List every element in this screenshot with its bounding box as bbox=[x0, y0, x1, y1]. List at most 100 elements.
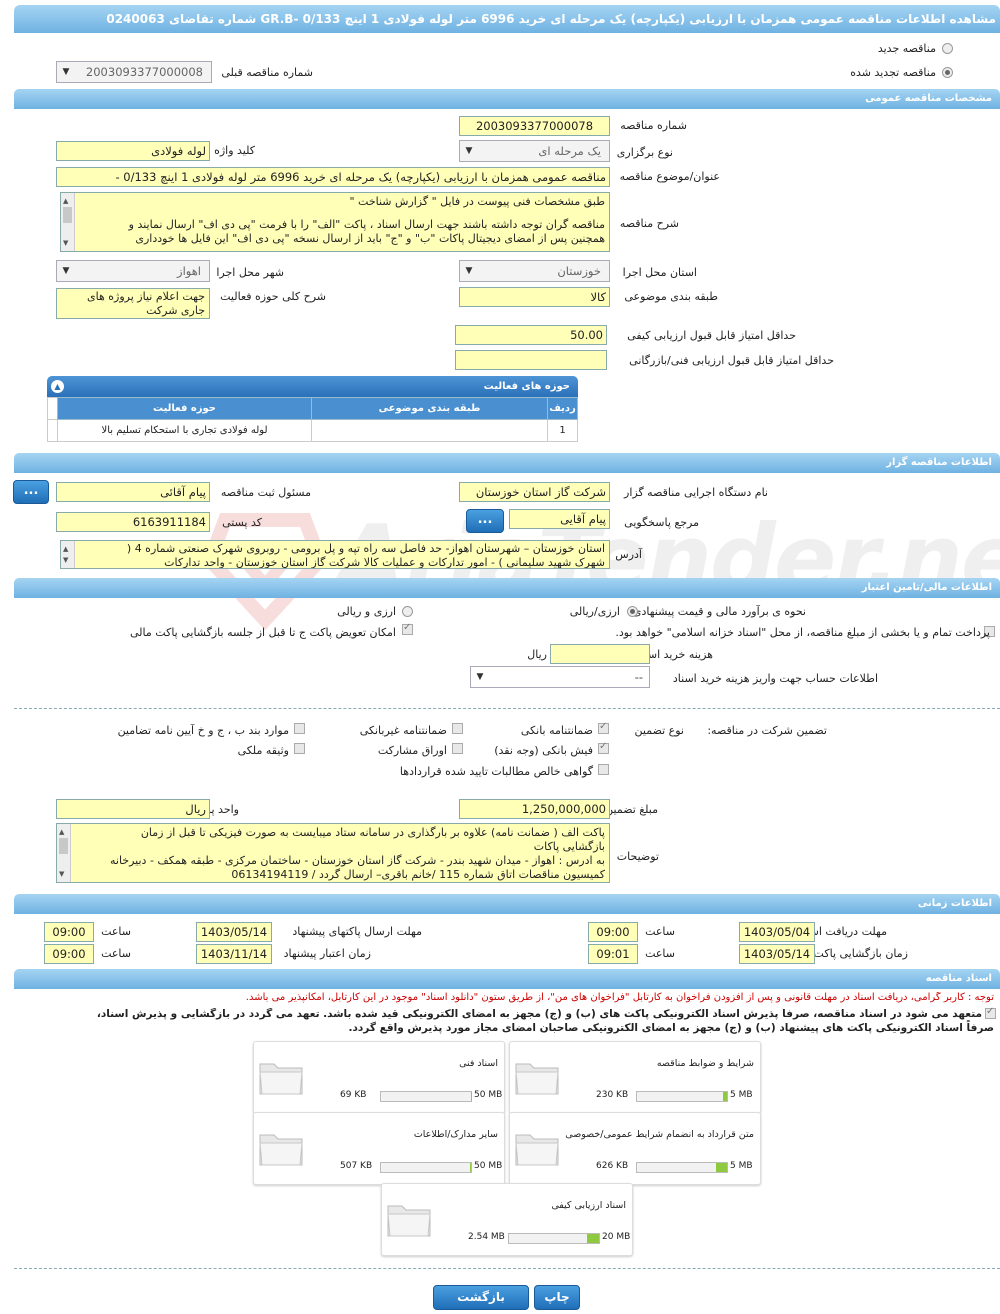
description-area[interactable]: ▲ ▼ طبق مشخصات فنی پیوست در فایل " گزارش … bbox=[60, 192, 610, 252]
folder-icon bbox=[387, 1205, 431, 1237]
document-card[interactable]: سایر مدارک/اطلاعات 50 MB 507 KB bbox=[253, 1112, 505, 1185]
prev-number-select[interactable]: 2003093377000008 ▼ bbox=[56, 61, 212, 83]
swap-envelope-checkbox[interactable] bbox=[402, 622, 413, 635]
registrar-field[interactable]: پیام آقائی bbox=[56, 482, 210, 502]
col-field-header: حوزه فعالیت bbox=[57, 397, 312, 420]
claims-certificate-checkbox[interactable] bbox=[598, 764, 609, 775]
min-quality-field[interactable]: 50.00 bbox=[455, 325, 607, 345]
document-card[interactable]: شرایط و ضوابط مناقصه 5 MB 230 KB bbox=[509, 1041, 761, 1114]
rial-fx-label: ارزی/ریالی bbox=[569, 605, 620, 618]
tender-number-field[interactable]: 2003093377000078 bbox=[459, 116, 610, 136]
receive-time-field[interactable]: 09:00 bbox=[588, 922, 638, 942]
time-label: ساعت bbox=[645, 925, 675, 938]
subject-field[interactable]: مناقصه عمومی همزمان با ارزیابی (یکپارچه)… bbox=[56, 167, 610, 187]
activity-desc-area[interactable]: جهت اعلام نیاز پروژه های جاری شرکت bbox=[56, 288, 210, 319]
guarantee-type-label: نوع تضمین bbox=[634, 724, 684, 737]
tender-number-label: شماره مناقصه bbox=[620, 119, 687, 132]
province-label: استان محل اجرا bbox=[622, 266, 697, 279]
reference-field[interactable]: پیام آقایی bbox=[509, 509, 610, 529]
property-collateral-label: وثیقه ملکی bbox=[237, 744, 289, 757]
commitment-line-2: صرفاً اسناد الکترونیکی پاکت های پیشنهاد … bbox=[348, 1022, 994, 1034]
new-tender-radio[interactable] bbox=[942, 43, 953, 54]
postal-code-field[interactable]: 6163911184 bbox=[56, 512, 210, 532]
cash-receipt-label: فیش بانکی (وجه نقد) bbox=[494, 744, 593, 757]
document-title: اسناد فنی bbox=[459, 1058, 498, 1069]
validity-label: زمان اعتبار پیشنهاد bbox=[283, 947, 371, 960]
document-size-bar bbox=[380, 1091, 472, 1102]
fx-and-rial-radio[interactable] bbox=[402, 606, 413, 617]
notes-label: توضیحات bbox=[616, 850, 659, 863]
nonbank-guarantee-label: ضمانتنامه غیربانکی bbox=[359, 724, 447, 737]
address-area[interactable]: ▲ ▼ استان خوزستان – شهرستان اهواز- حد فاص… bbox=[60, 540, 610, 569]
exec-org-field[interactable]: شرکت گاز استان خوزستان bbox=[459, 482, 610, 502]
city-select[interactable]: اهواز ▼ bbox=[56, 260, 210, 282]
time-label: ساعت bbox=[645, 947, 675, 960]
scrollbar[interactable]: ▲ ▼ bbox=[61, 541, 75, 568]
section-finance: اطلاعات مالی/تامین اعتبار bbox=[14, 578, 1000, 598]
commitment-checkbox bbox=[985, 1006, 996, 1019]
document-max-size: 50 MB bbox=[474, 1090, 503, 1100]
city-label: شهر محل اجرا bbox=[216, 266, 284, 279]
col-row-header: ردیف bbox=[547, 397, 578, 420]
document-card[interactable]: متن قرارداد به انضمام شرایط عمومی/خصوصی 5… bbox=[509, 1112, 761, 1185]
type-select[interactable]: یک مرحله ای ▼ bbox=[459, 140, 610, 162]
doc-fee-field[interactable] bbox=[550, 644, 650, 664]
bonds-checkbox[interactable] bbox=[452, 743, 463, 754]
back-button[interactable]: بازگشت bbox=[433, 1285, 529, 1310]
document-size: 507 KB bbox=[340, 1161, 373, 1171]
time-label: ساعت bbox=[101, 947, 131, 960]
nonbank-guarantee-checkbox[interactable] bbox=[452, 723, 463, 734]
send-deadline-label: مهلت ارسال پاکتهای پیشنهاد bbox=[292, 925, 422, 938]
scrollbar[interactable]: ▲ ▼ bbox=[57, 824, 71, 882]
validity-time-field[interactable]: 09:00 bbox=[44, 944, 94, 964]
document-max-size: 50 MB bbox=[474, 1161, 503, 1171]
keyword-field[interactable]: لوله فولادی bbox=[56, 141, 210, 161]
address-label: آدرس bbox=[615, 548, 642, 561]
validity-date-field[interactable]: 1403/11/14 bbox=[196, 944, 272, 964]
claims-certificate-label: گواهی خالص مطالبات تایید شده قراردادها bbox=[399, 765, 593, 778]
download-note: توجه : کاربر گرامی، دریافت اسناد در مهلت… bbox=[245, 992, 994, 1003]
registrar-lookup-button[interactable]: ... bbox=[13, 480, 49, 504]
chevron-down-icon: ▼ bbox=[62, 266, 70, 276]
page-title: مشاهده اطلاعات مناقصه عمومی همزمان با ار… bbox=[106, 12, 996, 26]
opening-date-field[interactable]: 1403/05/14 bbox=[739, 944, 815, 964]
regulation-items-checkbox[interactable] bbox=[294, 723, 305, 734]
document-title: سایر مدارک/اطلاعات bbox=[413, 1129, 498, 1140]
document-size-bar bbox=[636, 1091, 728, 1102]
min-tech-field[interactable] bbox=[455, 350, 607, 370]
chevron-down-icon: ▼ bbox=[62, 67, 70, 77]
guarantee-amount-field[interactable]: 1,250,000,000 bbox=[459, 799, 610, 819]
send-date-field[interactable]: 1403/05/14 bbox=[196, 922, 272, 942]
registrar-label: مسئول ثبت مناقصه bbox=[220, 486, 311, 499]
document-card[interactable]: اسناد ارزیابی کیفی 20 MB 2.54 MB bbox=[381, 1183, 633, 1256]
activity-desc-label: شرح کلی حوزه فعالیت bbox=[220, 290, 326, 303]
chevron-down-icon: ▼ bbox=[465, 146, 473, 156]
document-max-size: 5 MB bbox=[730, 1161, 753, 1171]
reference-lookup-button[interactable]: ... bbox=[466, 509, 504, 533]
account-select[interactable]: -- ▼ bbox=[470, 666, 650, 688]
print-button[interactable]: چاپ bbox=[534, 1285, 580, 1310]
bank-guarantee-checkbox[interactable] bbox=[598, 721, 609, 734]
currency-field[interactable]: ریال bbox=[56, 799, 210, 819]
min-tech-label: حداقل امتیاز قابل قبول ارزیابی فنی/بازرگ… bbox=[629, 354, 834, 367]
divider bbox=[14, 1268, 1000, 1269]
cash-receipt-checkbox[interactable] bbox=[598, 741, 609, 754]
renewed-tender-radio[interactable] bbox=[942, 67, 953, 78]
document-title: شرایط و ضوابط مناقصه bbox=[656, 1058, 754, 1069]
notes-area[interactable]: ▲ ▼ پاکت الف ( ضمانت نامه) علاوه بر بارگذ… bbox=[56, 823, 610, 883]
collapse-icon[interactable]: ▲ bbox=[51, 380, 64, 393]
rial-fx-radio[interactable] bbox=[627, 606, 638, 617]
folder-icon bbox=[259, 1063, 303, 1095]
type-label: نوع برگزاری bbox=[616, 146, 673, 159]
document-card[interactable]: اسناد فنی 50 MB 69 KB bbox=[253, 1041, 505, 1114]
send-time-field[interactable]: 09:00 bbox=[44, 922, 94, 942]
account-label: اطلاعات حساب جهت واریز هزینه خرید اسناد bbox=[672, 672, 878, 685]
category-field[interactable]: کالا bbox=[459, 287, 610, 307]
receive-date-field[interactable]: 1403/05/04 bbox=[739, 922, 815, 942]
property-collateral-checkbox[interactable] bbox=[294, 743, 305, 754]
province-select[interactable]: خوزستان ▼ bbox=[459, 260, 610, 282]
opening-time-field[interactable]: 09:01 bbox=[588, 944, 638, 964]
category-label: طبقه بندی موضوعی bbox=[624, 290, 718, 303]
scrollbar[interactable]: ▲ ▼ bbox=[61, 193, 75, 251]
folder-icon bbox=[515, 1134, 559, 1166]
